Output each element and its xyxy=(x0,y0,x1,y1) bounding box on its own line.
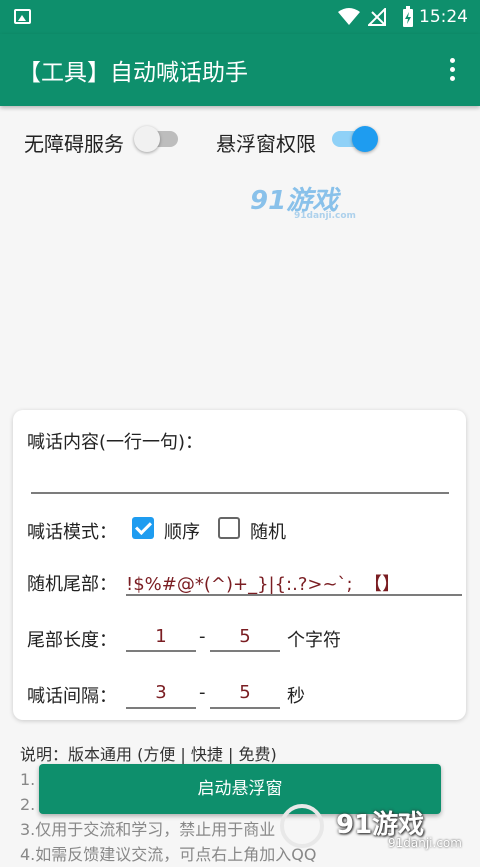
settings-card: 喊话内容(一行一句)： 喊话模式： 顺序 随机 随机尾部： !$%#@*(^)+… xyxy=(13,410,466,720)
tail-length-separator: - xyxy=(199,626,206,647)
status-time: 15:24 xyxy=(419,7,468,27)
tail-length-label: 尾部长度： xyxy=(27,630,117,651)
interval-max-underline xyxy=(210,707,280,709)
interval-min-underline xyxy=(126,707,196,709)
content-label: 喊话内容(一行一句)： xyxy=(27,432,204,453)
interval-unit: 秒 xyxy=(287,686,305,707)
mode-label: 喊话模式： xyxy=(27,522,117,543)
watermark-logo: 91游戏 91danji.com xyxy=(250,186,356,221)
status-bar: 15:24 xyxy=(0,0,480,34)
random-checkbox[interactable] xyxy=(218,517,240,539)
content-input[interactable] xyxy=(31,460,449,494)
tail-length-max-input[interactable]: 5 xyxy=(210,626,280,647)
instruction-line: 4.如需反馈建议交流，可点右上角加入QQ xyxy=(20,845,317,864)
sequential-label: 顺序 xyxy=(164,522,200,543)
interval-separator: - xyxy=(199,682,206,703)
interval-min-input[interactable]: 3 xyxy=(126,682,196,703)
interval-label: 喊话间隔： xyxy=(27,686,117,707)
no-signal-icon xyxy=(368,8,386,26)
accessibility-service-label: 无障碍服务 xyxy=(24,132,124,156)
tail-length-max-underline xyxy=(210,650,280,652)
wifi-icon xyxy=(338,8,360,25)
content-input-underline xyxy=(31,492,449,494)
tail-input[interactable]: !$%#@*(^)+_}|{:.?>~`; 【】 xyxy=(126,570,400,596)
app-bar: 【工具】自动喊话助手 xyxy=(0,34,480,106)
overlay-permission-label: 悬浮窗权限 xyxy=(216,132,316,156)
app-title: 【工具】自动喊话助手 xyxy=(18,60,248,86)
overlay-permission-switch[interactable] xyxy=(332,126,378,152)
logo-ring-icon xyxy=(280,804,324,848)
sequential-checkbox[interactable] xyxy=(132,517,154,539)
accessibility-service-switch[interactable] xyxy=(134,126,178,152)
tail-length-unit: 个字符 xyxy=(287,630,341,651)
tail-label: 随机尾部： xyxy=(27,574,117,595)
tail-length-min-input[interactable]: 1 xyxy=(126,626,196,647)
corner-watermark-logo: 91游戏 91danji.com xyxy=(276,802,466,854)
more-options-icon[interactable] xyxy=(450,58,456,82)
tail-length-min-underline xyxy=(126,650,196,652)
interval-max-input[interactable]: 5 xyxy=(210,682,280,703)
tail-input-underline xyxy=(126,594,462,596)
instruction-line: 3.仅用于交流和学习，禁止用于商业 xyxy=(20,820,276,839)
random-label: 随机 xyxy=(250,522,286,543)
image-notification-icon xyxy=(14,9,31,24)
battery-charging-icon xyxy=(403,6,413,27)
